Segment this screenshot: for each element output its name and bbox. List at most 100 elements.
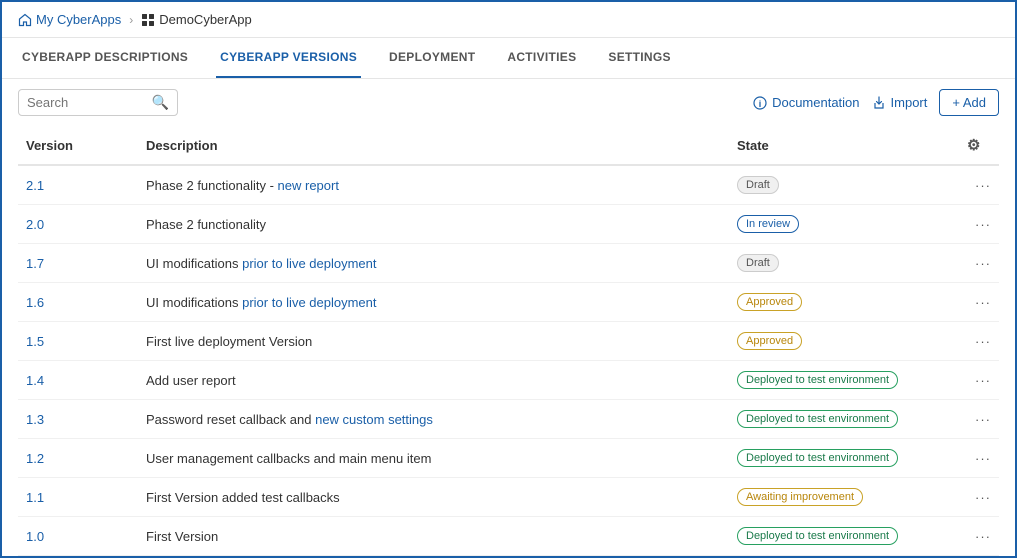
description-cell: UI modifications prior to live deploymen… — [138, 283, 729, 322]
state-badge: Awaiting improvement — [737, 488, 863, 506]
state-badge: Draft — [737, 254, 779, 272]
version-cell[interactable]: 1.0 — [18, 517, 138, 556]
state-cell: Awaiting improvement — [729, 478, 959, 517]
state-badge: Approved — [737, 332, 802, 350]
tab-activities[interactable]: ACTIVITIES — [503, 38, 580, 78]
desc-link[interactable]: new report — [278, 178, 339, 193]
import-label: Import — [891, 95, 928, 110]
table-row: 1.0First Version Deployed to test environ… — [18, 517, 999, 556]
description-cell: First Version — [138, 517, 729, 556]
state-cell: Draft — [729, 165, 959, 205]
version-cell[interactable]: 1.2 — [18, 439, 138, 478]
table-row: 1.2User management callbacks and main me… — [18, 439, 999, 478]
state-badge: Deployed to test environment — [737, 371, 898, 389]
row-actions[interactable]: ··· — [959, 165, 999, 205]
state-cell: Deployed to test environment — [729, 400, 959, 439]
state-cell: Approved — [729, 322, 959, 361]
tab-deployment[interactable]: DEPLOYMENT — [385, 38, 479, 78]
state-cell: In review — [729, 205, 959, 244]
import-button[interactable]: Import — [872, 95, 928, 110]
home-label: My CyberApps — [36, 12, 121, 27]
version-cell[interactable]: 2.0 — [18, 205, 138, 244]
row-actions[interactable]: ··· — [959, 244, 999, 283]
breadcrumb-separator: › — [129, 13, 133, 27]
row-actions[interactable]: ··· — [959, 400, 999, 439]
state-cell: Draft — [729, 244, 959, 283]
tab-settings[interactable]: SETTINGS — [604, 38, 674, 78]
state-badge: Deployed to test environment — [737, 527, 898, 545]
tabs-bar: CYBERAPP DESCRIPTIONS CYBERAPP VERSIONS … — [2, 38, 1015, 79]
description-cell: Phase 2 functionality - new report — [138, 165, 729, 205]
documentation-label: Documentation — [772, 95, 859, 110]
state-cell: Deployed to test environment — [729, 517, 959, 556]
svg-text:i: i — [759, 99, 762, 109]
table-row: 1.3Password reset callback and new custo… — [18, 400, 999, 439]
breadcrumb-current: DemoCyberApp — [141, 12, 252, 27]
desc-link[interactable]: prior to live deployment — [242, 256, 376, 271]
col-header-version: Version — [18, 126, 138, 165]
version-cell[interactable]: 1.7 — [18, 244, 138, 283]
state-badge: Deployed to test environment — [737, 449, 898, 467]
row-actions[interactable]: ··· — [959, 517, 999, 556]
state-badge: Draft — [737, 176, 779, 194]
tab-descriptions[interactable]: CYBERAPP DESCRIPTIONS — [18, 38, 192, 78]
col-header-description: Description — [138, 126, 729, 165]
table-row: 1.4Add user report Deployed to test envir… — [18, 361, 999, 400]
tab-versions[interactable]: CYBERAPP VERSIONS — [216, 38, 361, 78]
state-cell: Approved — [729, 283, 959, 322]
table-container: Version Description State ⚙ 2.1Phase 2 f… — [2, 126, 1015, 556]
state-cell: Deployed to test environment — [729, 439, 959, 478]
gear-icon[interactable]: ⚙ — [967, 137, 980, 154]
search-box[interactable]: 🔍 — [18, 89, 178, 116]
version-cell[interactable]: 1.3 — [18, 400, 138, 439]
row-actions[interactable]: ··· — [959, 478, 999, 517]
current-app-label: DemoCyberApp — [159, 12, 252, 27]
description-cell: Password reset callback and new custom s… — [138, 400, 729, 439]
col-header-actions: ⚙ — [959, 126, 999, 165]
table-row: 1.5First live deployment Version Approved… — [18, 322, 999, 361]
desc-link[interactable]: prior to live deployment — [242, 295, 376, 310]
state-badge: Approved — [737, 293, 802, 311]
row-actions[interactable]: ··· — [959, 439, 999, 478]
info-icon: i — [753, 96, 767, 110]
description-cell: First live deployment Version — [138, 322, 729, 361]
row-actions[interactable]: ··· — [959, 361, 999, 400]
version-cell[interactable]: 1.4 — [18, 361, 138, 400]
home-icon — [18, 13, 32, 27]
search-icon: 🔍 — [152, 94, 169, 111]
version-cell[interactable]: 1.6 — [18, 283, 138, 322]
row-actions[interactable]: ··· — [959, 322, 999, 361]
breadcrumb: My CyberApps › DemoCyberApp — [2, 2, 1015, 38]
table-row: 1.1First Version added test callbacks Awa… — [18, 478, 999, 517]
description-cell: Phase 2 functionality — [138, 205, 729, 244]
version-cell[interactable]: 2.1 — [18, 165, 138, 205]
breadcrumb-home-link[interactable]: My CyberApps — [18, 12, 121, 27]
table-row: 1.6UI modifications prior to live deploy… — [18, 283, 999, 322]
state-cell: Deployed to test environment — [729, 361, 959, 400]
description-cell: User management callbacks and main menu … — [138, 439, 729, 478]
description-cell: Add user report — [138, 361, 729, 400]
version-cell[interactable]: 1.1 — [18, 478, 138, 517]
state-badge: In review — [737, 215, 799, 233]
description-cell: UI modifications prior to live deploymen… — [138, 244, 729, 283]
toolbar-right: i Documentation Import + Add — [753, 89, 999, 116]
toolbar: 🔍 i Documentation Import + Add — [2, 79, 1015, 126]
row-actions[interactable]: ··· — [959, 283, 999, 322]
table-row: 2.1Phase 2 functionality - new report Dra… — [18, 165, 999, 205]
documentation-button[interactable]: i Documentation — [753, 95, 859, 110]
desc-link[interactable]: new custom settings — [315, 412, 433, 427]
state-badge: Deployed to test environment — [737, 410, 898, 428]
import-icon — [872, 96, 886, 110]
app-container: My CyberApps › DemoCyberApp CYBERAPP DES… — [0, 0, 1017, 558]
search-input[interactable] — [27, 95, 148, 110]
version-cell[interactable]: 1.5 — [18, 322, 138, 361]
grid-icon — [141, 13, 155, 27]
add-label: + Add — [952, 95, 986, 110]
table-row: 1.7UI modifications prior to live deploy… — [18, 244, 999, 283]
col-header-state: State — [729, 126, 959, 165]
table-row: 2.0Phase 2 functionality In review ··· — [18, 205, 999, 244]
description-cell: First Version added test callbacks — [138, 478, 729, 517]
add-button[interactable]: + Add — [939, 89, 999, 116]
row-actions[interactable]: ··· — [959, 205, 999, 244]
versions-table: Version Description State ⚙ 2.1Phase 2 f… — [18, 126, 999, 556]
